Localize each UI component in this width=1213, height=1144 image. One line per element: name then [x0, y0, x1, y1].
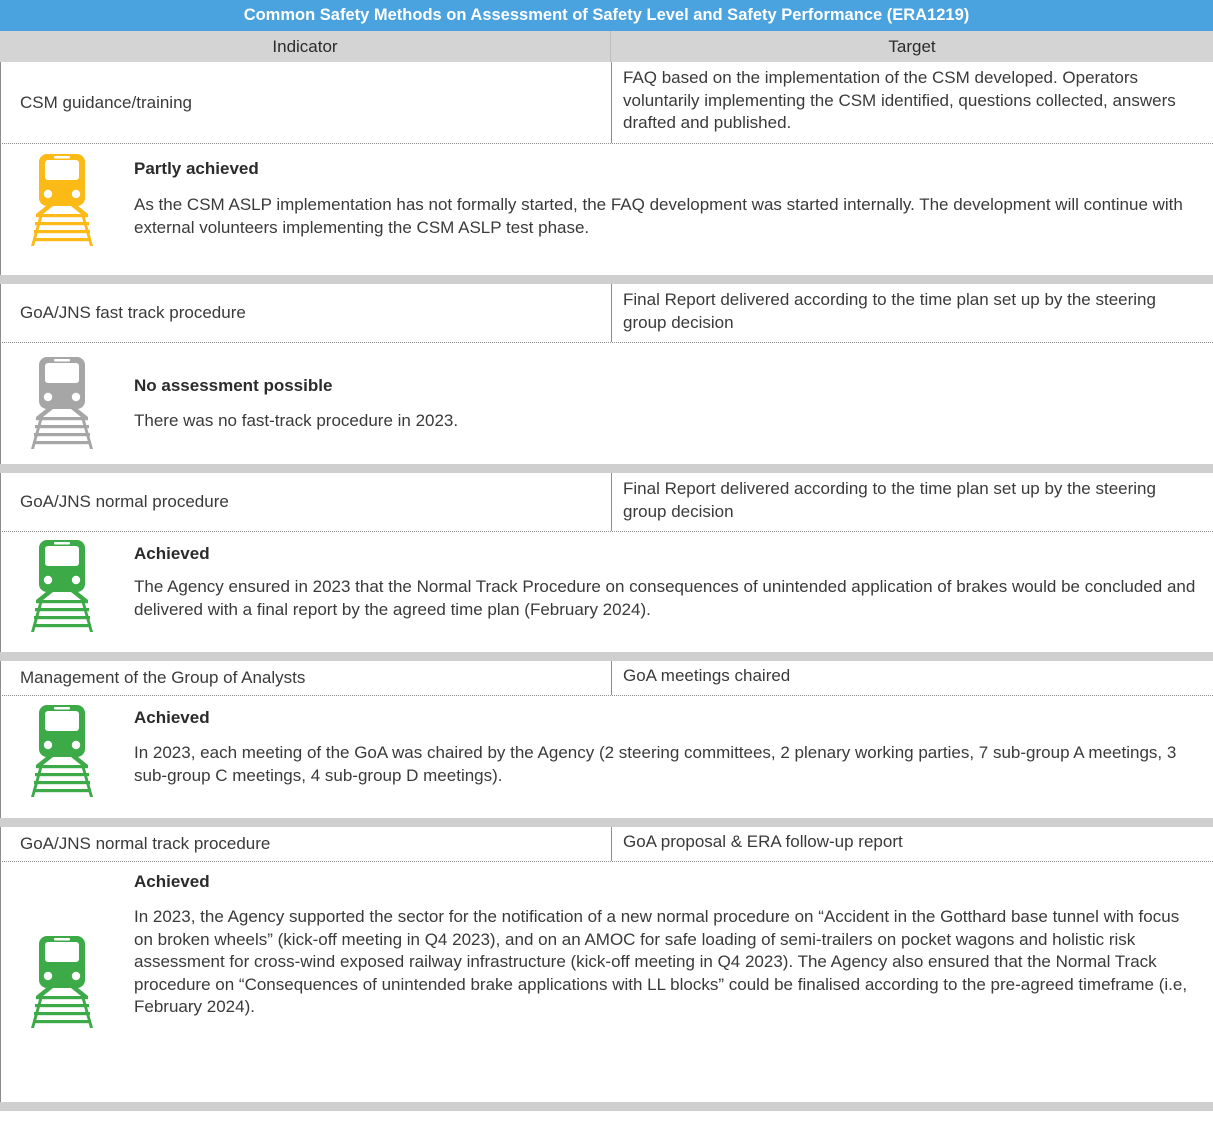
- indicator-row: GoA/JNS normal track procedure GoA propo…: [0, 827, 1213, 862]
- status-label: Achieved: [134, 872, 210, 891]
- train-icon-yellow: [31, 154, 93, 246]
- indicator-cell: GoA/JNS normal track procedure: [20, 834, 271, 853]
- column-header-row: Indicator Target: [0, 31, 1213, 62]
- indicator-cell: Management of the Group of Analysts: [20, 668, 306, 687]
- table-title: Common Safety Methods on Assessment of S…: [0, 0, 1213, 31]
- assessment-block: Achieved In 2023, each meeting of the Go…: [0, 696, 1213, 818]
- target-cell: Final Report delivered according to the …: [611, 284, 1213, 342]
- target-cell: GoA proposal & ERA follow-up report: [611, 827, 1213, 861]
- indicator-row: GoA/JNS fast track procedure Final Repor…: [0, 284, 1213, 343]
- indicator-cell: GoA/JNS fast track procedure: [20, 303, 246, 322]
- train-icon-green: [31, 705, 93, 797]
- row-separator: [0, 818, 1213, 827]
- target-cell: GoA meetings chaired: [611, 661, 1213, 695]
- assessment-detail: In 2023, the Agency supported the sector…: [134, 907, 1188, 1017]
- assessment-detail: There was no fast-track procedure in 202…: [134, 411, 459, 430]
- assessment-block: Achieved In 2023, the Agency supported t…: [0, 862, 1213, 1102]
- safety-methods-table: Common Safety Methods on Assessment of S…: [0, 0, 1213, 1111]
- row-separator: [0, 652, 1213, 661]
- status-label: Achieved: [134, 544, 210, 563]
- target-cell: Final Report delivered according to the …: [611, 473, 1213, 531]
- assessment-block: Partly achieved As the CSM ASLP implemen…: [0, 144, 1213, 275]
- indicator-row: CSM guidance/training FAQ based on the i…: [0, 62, 1213, 144]
- target-column-header: Target: [610, 31, 1213, 62]
- row-separator: [0, 275, 1213, 284]
- indicator-row: GoA/JNS normal procedure Final Report de…: [0, 473, 1213, 532]
- status-label: Achieved: [134, 708, 210, 727]
- status-label: No assessment possible: [134, 376, 333, 395]
- status-label: Partly achieved: [134, 159, 259, 178]
- assessment-block: Achieved The Agency ensured in 2023 that…: [0, 532, 1213, 652]
- assessment-detail: As the CSM ASLP implementation has not f…: [134, 195, 1183, 237]
- indicator-cell: GoA/JNS normal procedure: [20, 492, 229, 511]
- assessment-detail: The Agency ensured in 2023 that the Norm…: [134, 577, 1196, 619]
- row-separator: [0, 1102, 1213, 1111]
- target-cell: FAQ based on the implementation of the C…: [611, 62, 1213, 143]
- row-separator: [0, 464, 1213, 473]
- indicator-row: Management of the Group of Analysts GoA …: [0, 661, 1213, 696]
- indicator-column-header: Indicator: [272, 37, 338, 56]
- train-icon-green: [31, 936, 93, 1028]
- train-icon-green: [31, 540, 93, 632]
- indicator-cell: CSM guidance/training: [20, 92, 192, 112]
- assessment-block: No assessment possible There was no fast…: [0, 343, 1213, 464]
- assessment-detail: In 2023, each meeting of the GoA was cha…: [134, 743, 1177, 785]
- train-icon-grey: [31, 357, 93, 449]
